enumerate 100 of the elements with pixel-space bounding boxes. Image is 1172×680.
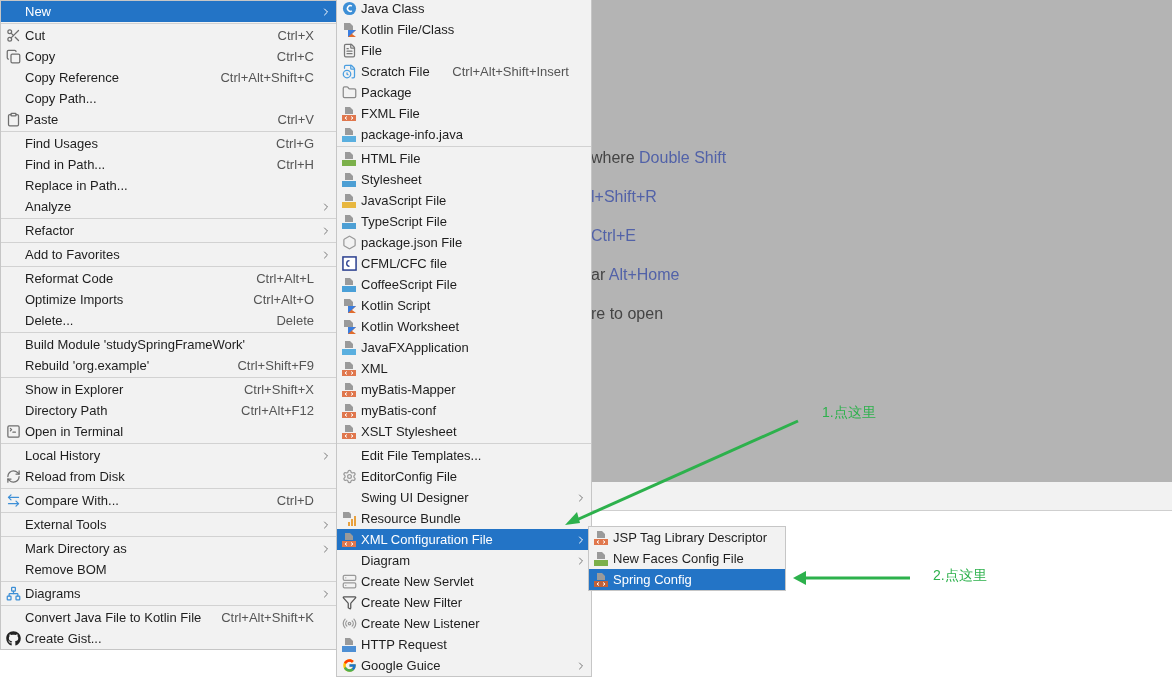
menu-item[interactable]: Show in Explorer Ctrl+Shift+X bbox=[1, 379, 336, 400]
kotlin-file-icon bbox=[341, 318, 357, 335]
menu-item[interactable]: myBatis-conf bbox=[337, 400, 591, 421]
shortcut-label: Ctrl+D bbox=[275, 493, 315, 508]
menu-item[interactable]: Copy Reference Ctrl+Alt+Shift+C bbox=[1, 67, 336, 88]
diagram-icon bbox=[5, 586, 21, 601]
annotation-label: 2.点这里 bbox=[933, 567, 987, 585]
shortcut-label: Ctrl+G bbox=[275, 136, 315, 151]
hint-text: ar Alt+Home bbox=[591, 265, 680, 285]
shortcut-label: Ctrl+X bbox=[276, 28, 315, 43]
menu-item[interactable]: EditorConfig File bbox=[337, 466, 591, 487]
menu-item[interactable]: Spring Config bbox=[589, 569, 785, 590]
shortcut-label: Ctrl+Shift+X bbox=[242, 382, 315, 397]
menu-item[interactable]: Kotlin Worksheet bbox=[337, 316, 591, 337]
menu-item[interactable]: Kotlin Script bbox=[337, 295, 591, 316]
menu-item[interactable]: Directory Path Ctrl+Alt+F12 bbox=[1, 400, 336, 421]
xml-file-icon bbox=[341, 360, 357, 377]
github-icon bbox=[5, 631, 21, 646]
menu-item[interactable]: Edit File Templates... bbox=[337, 445, 591, 466]
menu-item[interactable]: Create New Listener bbox=[337, 613, 591, 634]
menu-item[interactable]: Delete... Delete bbox=[1, 310, 336, 331]
menu-item[interactable]: Remove BOM bbox=[1, 559, 336, 580]
scissors-icon bbox=[5, 28, 21, 43]
menu-item[interactable]: File bbox=[337, 40, 591, 61]
compare-icon bbox=[5, 493, 21, 508]
menu-item[interactable]: Scratch File Ctrl+Alt+Shift+Insert bbox=[337, 61, 591, 82]
menu-item[interactable]: Create New Filter bbox=[337, 592, 591, 613]
file-type-icon bbox=[341, 150, 357, 167]
menu-item[interactable]: Convert Java File to Kotlin File Ctrl+Alt+Shift+K bbox=[1, 607, 336, 628]
menu-item[interactable]: Mark Directory as bbox=[1, 538, 336, 559]
shortcut-label: Ctrl+Shift+F9 bbox=[236, 358, 315, 373]
xml-file-icon bbox=[341, 402, 357, 419]
menu-item[interactable]: HTML File bbox=[337, 148, 591, 169]
shortcut-label: Ctrl+Alt+L bbox=[255, 271, 315, 286]
menu-item[interactable]: Analyze bbox=[1, 196, 336, 217]
shortcut-label: Delete bbox=[275, 313, 315, 328]
xml-file-icon bbox=[341, 381, 357, 398]
menu-item[interactable]: Google Guice bbox=[337, 655, 591, 676]
menu-item[interactable]: XML bbox=[337, 358, 591, 379]
menu-item[interactable]: XML Configuration File bbox=[337, 529, 591, 550]
shortcut-label: Ctrl+H bbox=[275, 157, 315, 172]
shortcut-label: Ctrl+C bbox=[275, 49, 315, 64]
menu-item[interactable]: Reload from Disk bbox=[1, 466, 336, 487]
menu-item[interactable]: CoffeeScript File bbox=[337, 274, 591, 295]
hint-text: re to open bbox=[591, 304, 664, 324]
xml-file-icon bbox=[341, 531, 357, 548]
menu-item[interactable]: Resource Bundle bbox=[337, 508, 591, 529]
menu-item[interactable]: package-info.java bbox=[337, 124, 591, 145]
menu-item[interactable]: JSP Tag Library Descriptor bbox=[589, 527, 785, 548]
folder-icon bbox=[341, 85, 357, 100]
menu-item[interactable]: Diagrams bbox=[1, 583, 336, 604]
funnel-icon bbox=[341, 595, 357, 610]
file-type-icon bbox=[341, 636, 357, 653]
file-type-icon bbox=[341, 126, 357, 143]
menu-item[interactable]: Refactor bbox=[1, 220, 336, 241]
shortcut-label: Ctrl+V bbox=[276, 112, 315, 127]
menu-item[interactable]: myBatis-Mapper bbox=[337, 379, 591, 400]
shortcut-label: Ctrl+Alt+Shift+C bbox=[219, 70, 315, 85]
menu-item[interactable]: Open in Terminal bbox=[1, 421, 336, 442]
menu-item[interactable]: Build Module 'studySpringFrameWork' bbox=[1, 334, 336, 355]
menu-item[interactable]: Package bbox=[337, 82, 591, 103]
menu-item[interactable]: FXML File bbox=[337, 103, 591, 124]
menu-item[interactable]: CFML/CFC file bbox=[337, 253, 591, 274]
menu-item[interactable]: Replace in Path... bbox=[1, 175, 336, 196]
menu-item[interactable]: Optimize Imports Ctrl+Alt+O bbox=[1, 289, 336, 310]
menu-item[interactable]: TypeScript File bbox=[337, 211, 591, 232]
class-icon bbox=[341, 1, 357, 16]
menu-item[interactable]: External Tools bbox=[1, 514, 336, 535]
menu-item[interactable]: Copy Path... bbox=[1, 88, 336, 109]
menu-item[interactable]: HTTP Request bbox=[337, 634, 591, 655]
menu-item[interactable]: Java Class bbox=[337, 0, 591, 19]
menu-item[interactable]: Add to Favorites bbox=[1, 244, 336, 265]
menu-item[interactable]: XSLT Stylesheet bbox=[337, 421, 591, 442]
menu-item[interactable]: Diagram bbox=[337, 550, 591, 571]
menu-item[interactable]: JavaScript File bbox=[337, 190, 591, 211]
xml-file-icon bbox=[341, 423, 357, 440]
menu-item[interactable]: Rebuild 'org.example' Ctrl+Shift+F9 bbox=[1, 355, 336, 376]
menu-item[interactable]: New Faces Config File bbox=[589, 548, 785, 569]
signal-icon bbox=[341, 616, 357, 631]
menu-item[interactable]: Cut Ctrl+X bbox=[1, 25, 336, 46]
menu-item[interactable]: Kotlin File/Class bbox=[337, 19, 591, 40]
menu-item[interactable]: New bbox=[1, 1, 336, 22]
menu-item[interactable]: Swing UI Designer bbox=[337, 487, 591, 508]
file-icon bbox=[341, 43, 357, 58]
menu-item[interactable]: Reformat Code Ctrl+Alt+L bbox=[1, 268, 336, 289]
menu-item[interactable]: Stylesheet bbox=[337, 169, 591, 190]
menu-item[interactable]: Find Usages Ctrl+G bbox=[1, 133, 336, 154]
menu-item[interactable]: Copy Ctrl+C bbox=[1, 46, 336, 67]
scratch-file-icon bbox=[341, 64, 357, 79]
menu-item[interactable]: Compare With... Ctrl+D bbox=[1, 490, 336, 511]
kotlin-file-icon bbox=[341, 297, 357, 314]
menu-item[interactable]: Create New Servlet bbox=[337, 571, 591, 592]
menu-item[interactable]: Find in Path... Ctrl+H bbox=[1, 154, 336, 175]
menu-item[interactable]: Paste Ctrl+V bbox=[1, 109, 336, 130]
file-type-icon bbox=[341, 171, 357, 188]
menu-item[interactable]: Local History bbox=[1, 445, 336, 466]
menu-item[interactable]: package.json File bbox=[337, 232, 591, 253]
copy-icon bbox=[5, 49, 21, 64]
menu-item[interactable]: JavaFXApplication bbox=[337, 337, 591, 358]
menu-item[interactable]: Create Gist... bbox=[1, 628, 336, 649]
